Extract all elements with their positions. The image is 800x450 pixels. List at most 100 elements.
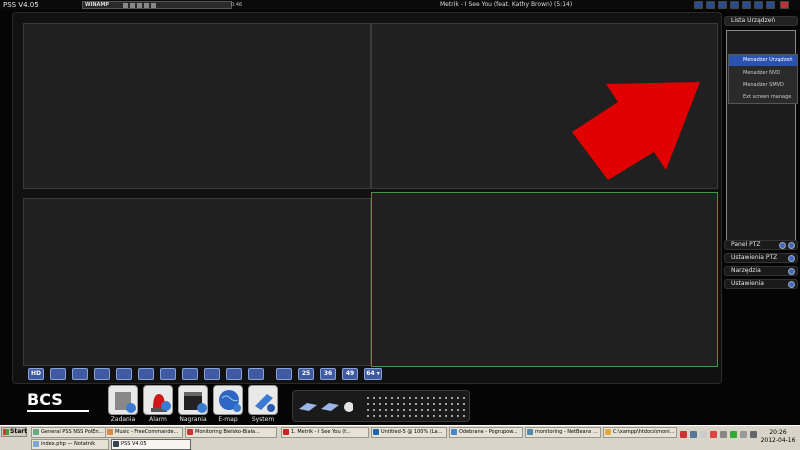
device-list-header[interactable]: Lista Urządzeń [724, 16, 798, 26]
close-button[interactable] [780, 1, 789, 9]
layout-49-button[interactable]: 49 [342, 368, 358, 380]
help-button[interactable] [754, 1, 763, 9]
task-notepad[interactable]: index.php — Notatnik [31, 439, 109, 450]
settings-header[interactable]: Ustawienia [724, 279, 798, 289]
task-monitoring-bielsko[interactable]: Monitoring Bielsko-Biała... [185, 427, 277, 438]
menu-item-nvd-manager[interactable]: Menadżer NVD [729, 68, 797, 79]
task-pss-active[interactable]: PSS V4.05 [111, 439, 191, 450]
indicator-dot [409, 397, 411, 399]
expand-icon[interactable] [788, 281, 795, 288]
title-bar: PSS V4.05 WINAMP 0:46 Metrik - I See You… [0, 0, 800, 10]
layout-1-button[interactable] [72, 368, 88, 380]
stop-icon[interactable] [144, 3, 149, 8]
layout-13-button[interactable] [182, 368, 198, 380]
window-pin-icon[interactable] [694, 1, 703, 9]
tools-header[interactable]: Narzędzia [724, 266, 798, 276]
layout-36-button[interactable]: 36 [320, 368, 336, 380]
layout-grid-button[interactable] [248, 368, 264, 380]
device-context-menu: Menadżer Urządzeń Menadżer NVD Menadżer … [728, 54, 798, 104]
module-tasks[interactable]: Zadania [107, 385, 139, 425]
indicator-dot [439, 397, 441, 399]
task-winamp[interactable]: 1. Metrik - I See You (f... [281, 427, 369, 438]
tasks-icon [108, 385, 138, 415]
network-icon[interactable] [690, 431, 697, 438]
indicator-dot [451, 415, 453, 417]
task-photoshop[interactable]: Untitled-5 @ 100% (La... [371, 427, 447, 438]
start-button[interactable]: Start [1, 427, 27, 437]
task-inbox[interactable]: Odebrane - Pogrupow... [449, 427, 523, 438]
expand-icon[interactable] [788, 268, 795, 275]
layout-8-button[interactable] [138, 368, 154, 380]
tray-button[interactable] [742, 1, 751, 9]
minimize-all-button[interactable] [718, 1, 727, 9]
volume-icon[interactable] [750, 431, 757, 438]
panel-ptz-header[interactable]: Panel PTZ [724, 240, 798, 250]
restore-button[interactable] [730, 1, 739, 9]
flag-icon[interactable] [740, 431, 747, 438]
prev-track-icon[interactable] [123, 3, 128, 8]
expand-icon[interactable] [779, 242, 786, 249]
indicator-dot [397, 403, 399, 405]
system-clock[interactable]: 20:26 2012-04-16 [758, 429, 798, 445]
indicator-dot [367, 397, 369, 399]
fullscreen-button[interactable] [50, 368, 66, 380]
ptz-buttons [299, 402, 353, 412]
collapse-icon[interactable] [788, 242, 795, 249]
ptz-settings-header[interactable]: Ustawienia PTZ [724, 253, 798, 263]
indicator-dot [421, 415, 423, 417]
task-music[interactable]: Music - FreeCommande... [105, 427, 183, 438]
layout-9-button[interactable] [160, 368, 176, 380]
menu-item-smvd-manager[interactable]: Menadżer SMVD [729, 80, 797, 91]
module-system[interactable]: System [247, 385, 279, 425]
indicator-dot [397, 409, 399, 411]
task-netbeans[interactable]: monitoring - NetBeans ... [525, 427, 601, 438]
indicator-dot [379, 397, 381, 399]
layout-20-button[interactable] [226, 368, 242, 380]
module-recordings[interactable]: Nagrania [177, 385, 209, 425]
winamp-mini-player[interactable]: WINAMP 0:46 [82, 1, 242, 9]
layout-25-button[interactable]: 25 [298, 368, 314, 380]
ptz-eraser-icon[interactable] [299, 403, 317, 411]
pause-icon[interactable] [137, 3, 142, 8]
layout-16-button[interactable] [204, 368, 220, 380]
module-emap[interactable]: E-map [212, 385, 244, 425]
video-cell-4-selected[interactable] [371, 192, 718, 367]
layout-64-dropdown[interactable]: 64 ▾ [364, 368, 382, 380]
indicator-dot [445, 409, 447, 411]
video-cell-3[interactable] [23, 198, 371, 366]
task-general-pss[interactable]: General PSS NSS PolEn... [31, 427, 113, 438]
layout-custom-button[interactable] [276, 368, 292, 380]
alarm-siren-icon [143, 385, 173, 415]
task-xampp-folder[interactable]: C:\xampp\htdocs\moni... [603, 427, 677, 438]
usb-icon[interactable] [700, 431, 707, 438]
next-track-icon[interactable] [151, 3, 156, 8]
indicator-dot [373, 409, 375, 411]
red-arrow-icon [572, 82, 700, 180]
expand-icon[interactable] [788, 255, 795, 262]
update-icon[interactable] [710, 431, 717, 438]
keyboard-icon[interactable] [720, 431, 727, 438]
indicator-dot [463, 397, 465, 399]
antivirus-icon[interactable] [680, 431, 687, 438]
hd-button[interactable]: HD [28, 368, 44, 380]
shield-icon[interactable] [730, 431, 737, 438]
maximize-button[interactable] [766, 1, 775, 9]
indicator-dot [397, 415, 399, 417]
pss-window: PSS V4.05 WINAMP 0:46 Metrik - I See You… [0, 0, 800, 450]
menu-item-ext-screen-manage[interactable]: Ext screen manage [729, 92, 797, 103]
cell-1-toolbar [327, 16, 355, 31]
module-alarm[interactable]: Alarm [142, 385, 174, 425]
menu-item-device-manager[interactable]: Menadżer Urządzeń [729, 55, 797, 66]
layout-6-button[interactable] [116, 368, 132, 380]
bcs-logo: BCS [27, 390, 63, 409]
indicator-dot [391, 415, 393, 417]
play-icon[interactable] [130, 3, 135, 8]
indicator-dot [367, 403, 369, 405]
video-cell-1[interactable] [23, 23, 371, 189]
layout-4-button[interactable] [94, 368, 110, 380]
minimize-button[interactable] [706, 1, 715, 9]
indicator-dot [463, 403, 465, 405]
ptz-disc-icon[interactable] [344, 402, 353, 412]
tools-label: Narzędzia [731, 267, 761, 274]
ptz-pen-icon[interactable] [321, 403, 339, 411]
